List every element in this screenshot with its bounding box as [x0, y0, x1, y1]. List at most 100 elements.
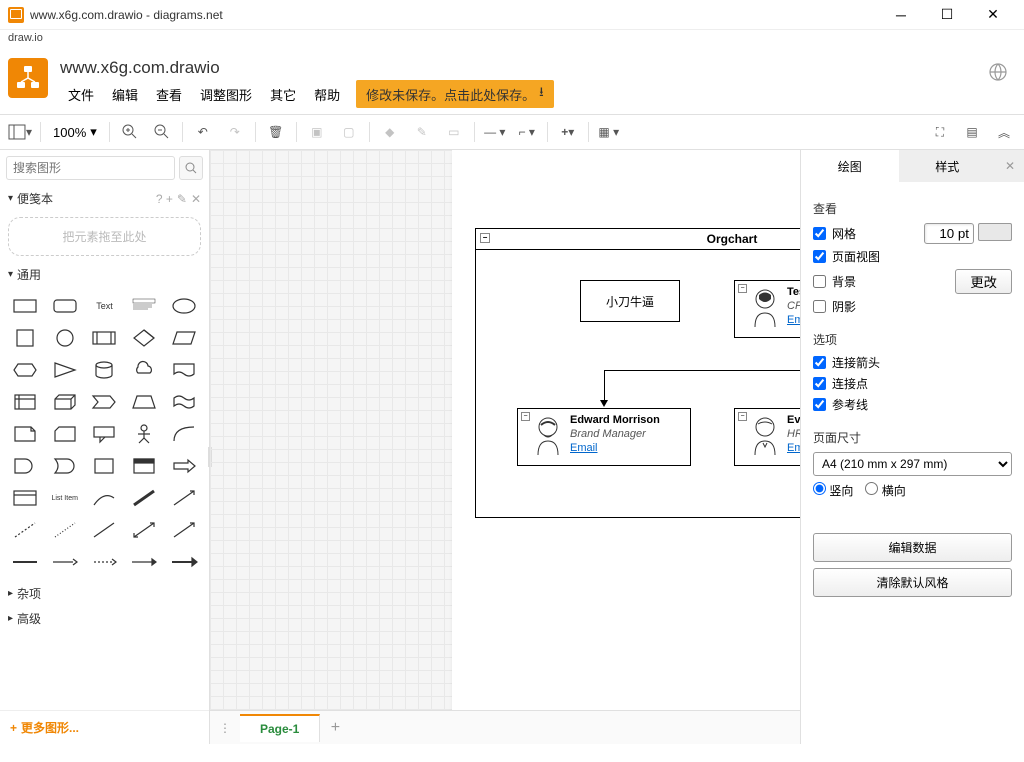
shape-parallelogram[interactable] — [167, 325, 201, 351]
shape-line2[interactable] — [127, 485, 161, 511]
menu-edit[interactable]: 编辑 — [104, 82, 146, 107]
collapse-icon[interactable]: − — [480, 233, 490, 243]
add-page-button[interactable]: + — [320, 719, 350, 737]
scratchpad-help[interactable]: ? + — [156, 192, 173, 206]
shape-hexagon[interactable] — [8, 357, 42, 383]
table-icon[interactable]: ▦ ▾ — [597, 120, 621, 144]
scratchpad-header[interactable]: ▾ 便笺本 ? + ✎ ✕ — [0, 186, 209, 211]
org-node-hr[interactable]: − Evan Valet HR Director Email — [734, 408, 800, 466]
tab-diagram[interactable]: 绘图 — [801, 150, 899, 182]
edit-data-button[interactable]: 编辑数据 — [813, 533, 1012, 562]
shape-or[interactable] — [48, 453, 82, 479]
shape-line1[interactable] — [88, 485, 122, 511]
grid-size-input[interactable] — [924, 223, 974, 244]
shape-note[interactable] — [8, 421, 42, 447]
tab-style[interactable]: 样式 — [899, 150, 997, 182]
filename[interactable]: www.x6g.com.drawio — [60, 58, 980, 78]
advanced-header[interactable]: ▸ 高级 — [0, 606, 209, 631]
shape-trapezoid[interactable] — [127, 389, 161, 415]
redo-icon[interactable]: ↷ — [223, 120, 247, 144]
shape-card[interactable] — [48, 421, 82, 447]
shape-tape[interactable] — [167, 389, 201, 415]
shape-link1[interactable] — [8, 549, 42, 575]
shape-triangle[interactable] — [48, 357, 82, 383]
shape-and[interactable] — [8, 453, 42, 479]
scratchpad-dropzone[interactable]: 把元素拖至此处 — [8, 217, 201, 256]
shape-callout[interactable] — [88, 421, 122, 447]
connector[interactable] — [604, 370, 800, 371]
save-warning[interactable]: 修改未保存。点击此处保存。 ⭳ — [356, 80, 554, 108]
shape-arrow[interactable] — [167, 453, 201, 479]
collapse-icon[interactable]: ︽ — [992, 120, 1016, 144]
shape-cloud[interactable] — [127, 357, 161, 383]
language-icon[interactable] — [988, 62, 1008, 82]
shape-dashed[interactable] — [8, 517, 42, 543]
format-panel-icon[interactable]: ▤ — [960, 120, 984, 144]
maximize-button[interactable]: ☐ — [924, 0, 970, 30]
shape-dotted[interactable] — [48, 517, 82, 543]
shape-line3[interactable] — [167, 485, 201, 511]
fullscreen-icon[interactable]: ⛶ — [928, 120, 952, 144]
shape-list[interactable] — [8, 485, 42, 511]
menu-view[interactable]: 查看 — [148, 82, 190, 107]
menu-extras[interactable]: 其它 — [262, 82, 304, 107]
arrows-checkbox[interactable] — [813, 356, 826, 369]
to-front-icon[interactable]: ▣ — [305, 120, 329, 144]
shape-line4[interactable] — [88, 517, 122, 543]
shape-circle[interactable] — [48, 325, 82, 351]
node-email[interactable]: Email — [570, 441, 660, 455]
node-email[interactable]: Email — [787, 313, 800, 327]
shape-datastore[interactable] — [88, 453, 122, 479]
landscape-radio[interactable] — [865, 482, 878, 495]
shadow-icon[interactable]: ▭ — [442, 120, 466, 144]
org-node-brand[interactable]: − Edward Morrison Brand Manager Email — [517, 408, 691, 466]
close-button[interactable]: ✕ — [970, 0, 1016, 30]
shape-biarrow[interactable] — [127, 517, 161, 543]
more-shapes-button[interactable]: +更多图形... — [0, 710, 209, 744]
shape-link3[interactable] — [88, 549, 122, 575]
zoom-out-icon[interactable] — [150, 120, 174, 144]
simple-node[interactable]: 小刀牛逼 — [580, 280, 680, 322]
shape-item[interactable]: List Item — [48, 485, 82, 511]
sidebar-toggle-icon[interactable]: ▾ — [8, 120, 32, 144]
zoom-in-icon[interactable] — [118, 120, 142, 144]
collapse-icon[interactable]: − — [738, 412, 747, 421]
connector[interactable] — [604, 370, 605, 401]
insert-icon[interactable]: + ▾ — [556, 120, 580, 144]
grid-checkbox[interactable] — [813, 227, 826, 240]
connection-icon[interactable]: — ▾ — [483, 120, 507, 144]
page-size-select[interactable]: A4 (210 mm x 297 mm) — [813, 452, 1012, 476]
shape-document[interactable] — [167, 357, 201, 383]
shape-cylinder[interactable] — [88, 357, 122, 383]
background-checkbox[interactable] — [813, 275, 826, 288]
orgchart-container[interactable]: − Orgchart — [475, 228, 800, 518]
pageview-checkbox[interactable] — [813, 250, 826, 263]
menu-file[interactable]: 文件 — [60, 82, 102, 107]
delete-icon[interactable]: 🗑 — [264, 120, 288, 144]
shape-textbox[interactable] — [127, 293, 161, 319]
node-email[interactable]: Email — [787, 441, 800, 455]
minimize-button[interactable]: ─ — [878, 0, 924, 30]
search-input[interactable] — [6, 156, 175, 180]
canvas[interactable]: − Orgchart 小刀牛逼 − Tessa Miller CFO Email… — [210, 150, 800, 710]
shape-link2[interactable] — [48, 549, 82, 575]
edit-icon[interactable]: ✎ — [177, 192, 187, 206]
shape-roundrect[interactable] — [48, 293, 82, 319]
close-scratchpad-icon[interactable]: ✕ — [191, 192, 201, 206]
general-header[interactable]: ▾ 通用 — [0, 262, 209, 287]
outer-menu[interactable]: draw.io — [0, 30, 1024, 52]
change-bg-button[interactable]: 更改 — [955, 269, 1012, 294]
shape-diamond[interactable] — [127, 325, 161, 351]
collapse-icon[interactable]: − — [738, 284, 747, 293]
shape-rect[interactable] — [8, 293, 42, 319]
line-color-icon[interactable]: ✎ — [410, 120, 434, 144]
shape-frame[interactable] — [127, 453, 161, 479]
to-back-icon[interactable]: ▢ — [337, 120, 361, 144]
shape-link4[interactable] — [127, 549, 161, 575]
points-checkbox[interactable] — [813, 377, 826, 390]
shape-actor[interactable] — [127, 421, 161, 447]
shape-link5[interactable] — [167, 549, 201, 575]
guides-checkbox[interactable] — [813, 398, 826, 411]
shape-square[interactable] — [8, 325, 42, 351]
search-button[interactable] — [179, 156, 203, 180]
